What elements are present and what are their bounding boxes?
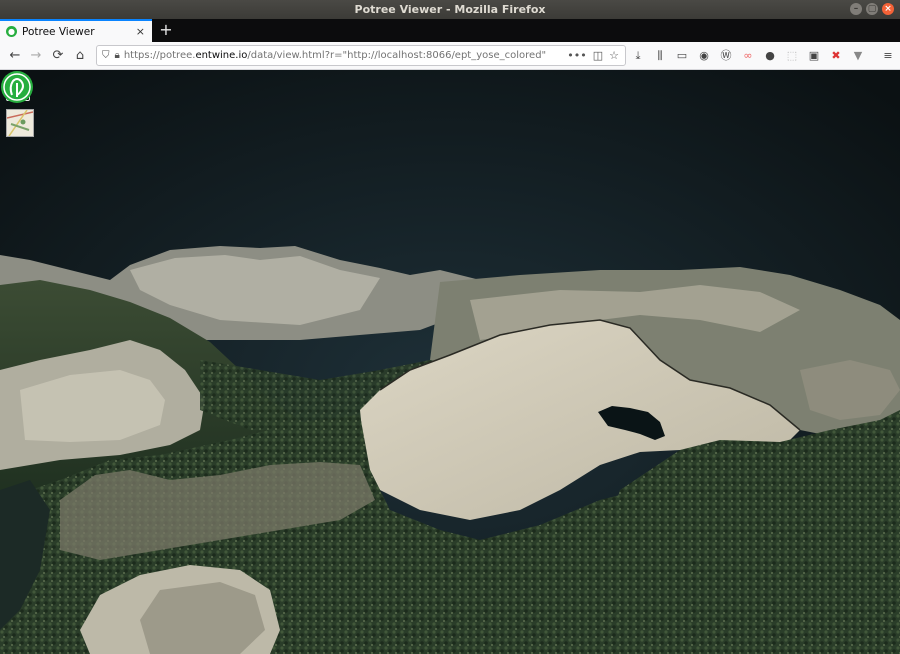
window-title: Potree Viewer - Mozilla Firefox (354, 3, 546, 16)
lock-icon[interactable]: 🔒︎ (115, 50, 120, 61)
navigation-bar: ← → ⟳ ⌂ ⛉ 🔒︎ https://potree.entwine.io/d… (0, 42, 900, 70)
back-button[interactable]: ← (6, 47, 24, 65)
reload-button[interactable]: ⟳ (49, 47, 67, 65)
home-button[interactable]: ⌂ (71, 47, 89, 65)
hamburger-menu-icon[interactable]: ≡ (880, 48, 896, 64)
toolbar-icons: ⤓ ⫼ ▭ ◉ Ⓦ ∞ ● ⬚ ▣ ✖ ▼ ≡ (630, 42, 896, 69)
window-titlebar: Potree Viewer - Mozilla Firefox – ▢ × (0, 0, 900, 19)
account-icon[interactable]: ● (762, 48, 778, 64)
extension-icon[interactable]: ◉ (696, 48, 712, 64)
wordpress-icon[interactable]: Ⓦ (718, 48, 734, 64)
tracking-shield-icon[interactable]: ⛉ (102, 50, 110, 61)
tab-strip: ● Potree Viewer × + (0, 19, 900, 42)
url-text[interactable]: https://potree.entwine.io/data/view.html… (124, 50, 567, 61)
tab-title: Potree Viewer (22, 25, 95, 38)
potree-favicon-icon: ● (6, 26, 17, 37)
close-x-icon[interactable]: ✖ (828, 48, 844, 64)
screenshot-icon[interactable]: ⬚ (784, 48, 800, 64)
pocket-icon[interactable]: ◫ (593, 49, 603, 62)
new-tab-button[interactable]: + (156, 20, 176, 40)
terrain-render[interactable] (0, 70, 900, 654)
bookmark-star-icon[interactable]: ☆ (609, 49, 619, 62)
glasses-icon[interactable]: ∞ (740, 48, 756, 64)
page-actions-button[interactable]: ••• (567, 49, 586, 62)
map-toggle-button[interactable] (6, 109, 34, 137)
tab-potree-viewer[interactable]: ● Potree Viewer × (0, 19, 152, 42)
forward-button[interactable]: → (27, 47, 45, 65)
window-controls: – ▢ × (850, 3, 894, 15)
close-window-button[interactable]: × (882, 3, 894, 15)
tab-close-button[interactable]: × (136, 25, 145, 38)
minimize-button[interactable]: – (850, 3, 862, 15)
image-icon[interactable]: ▣ (806, 48, 822, 64)
maximize-button[interactable]: ▢ (866, 3, 878, 15)
foreground-boulder-shade (140, 582, 265, 654)
download-icon[interactable]: ⤓ (630, 48, 646, 64)
potree-logo-icon[interactable] (0, 70, 34, 104)
url-bar[interactable]: ⛉ 🔒︎ https://potree.entwine.io/data/view… (96, 45, 626, 66)
point-cloud-viewer[interactable] (0, 70, 900, 654)
chevron-icon[interactable]: ▼ (850, 48, 866, 64)
library-icon[interactable]: ⫼ (652, 48, 668, 64)
minimap-icon (7, 110, 33, 136)
reader-icon[interactable]: ▭ (674, 48, 690, 64)
